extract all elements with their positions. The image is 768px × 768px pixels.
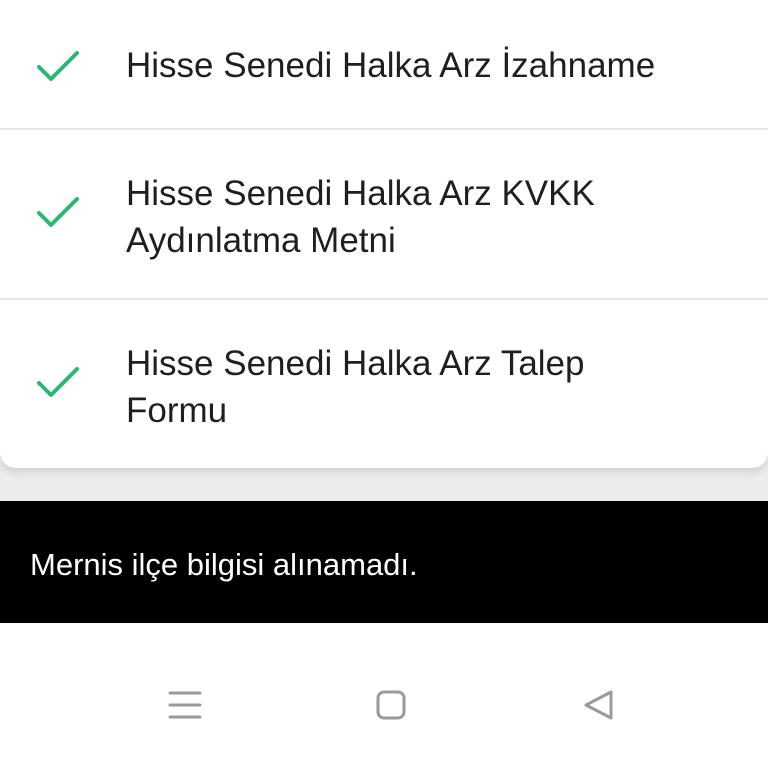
back-triangle-icon[interactable] — [568, 687, 628, 747]
checkmark-icon — [36, 196, 80, 230]
menu-icon[interactable] — [154, 687, 214, 747]
checkmark-icon — [36, 366, 80, 400]
document-item-kvkk[interactable]: Hisse Senedi Halka Arz KVKK Aydınlatma M… — [0, 130, 768, 299]
document-label: Hisse Senedi Halka Arz İzahname — [126, 46, 656, 85]
document-label: Hisse Senedi Halka Arz Talep Formu — [126, 344, 585, 430]
home-square-icon[interactable] — [361, 687, 421, 747]
checkmark-icon — [36, 50, 80, 84]
screen: Hisse Senedi Halka Arz İzahname Hisse Se… — [0, 0, 768, 768]
document-item-talep-formu[interactable]: Hisse Senedi Halka Arz Talep Formu — [0, 300, 768, 468]
document-item-izahname[interactable]: Hisse Senedi Halka Arz İzahname — [0, 0, 768, 129]
toast-message: Mernis ilçe bilgisi alınamadı. — [0, 501, 768, 623]
document-list-card: Hisse Senedi Halka Arz İzahname Hisse Se… — [0, 0, 768, 468]
toast-text: Mernis ilçe bilgisi alınamadı. — [30, 547, 418, 582]
document-label: Hisse Senedi Halka Arz KVKK Aydınlatma M… — [126, 174, 595, 260]
system-navigation-bar — [0, 623, 768, 768]
